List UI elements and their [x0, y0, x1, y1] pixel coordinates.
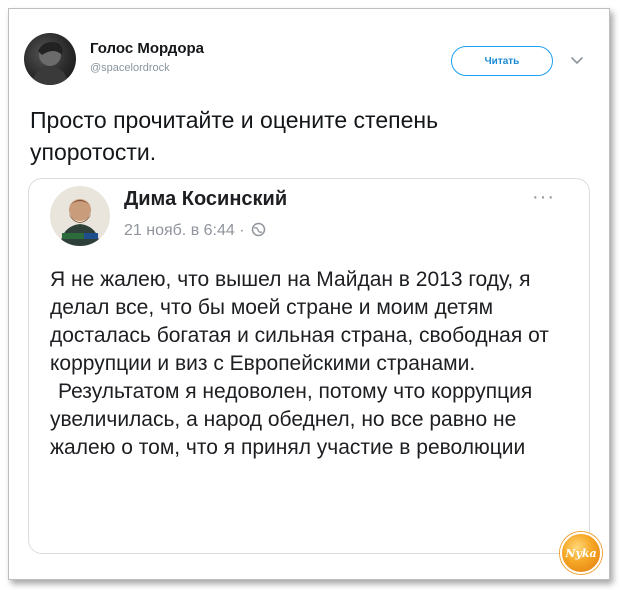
author-handle[interactable]: @spacelordrock [90, 62, 170, 74]
follow-button[interactable]: Читать [451, 46, 553, 76]
tweet-text: Просто прочитайте и оцените степень упор… [30, 107, 439, 165]
post-body: Я не жалею, что вышел на Майдан в 2013 г… [50, 266, 570, 462]
post-meta: 21 нояб. в 6:44 · [124, 222, 266, 240]
post-paragraph: Результатом я недоволен, потому что корр… [50, 380, 533, 459]
avatar-image [32, 42, 68, 85]
post-paragraph: Я не жалею, что вышел на Майдан в 2013 г… [50, 268, 549, 375]
more-options-icon[interactable]: ··· [532, 186, 555, 209]
watermark-logo: Nyka [560, 532, 602, 574]
author-avatar[interactable] [24, 33, 76, 85]
globe-icon [251, 222, 266, 237]
author-name[interactable]: Голос Мордора [90, 40, 204, 57]
chevron-down-icon[interactable] [570, 54, 584, 68]
watermark-text: Nyka [565, 546, 597, 560]
post-timestamp[interactable]: 21 нояб. в 6:44 · [124, 222, 245, 239]
post-author-name[interactable]: Дима Косинский [124, 188, 287, 211]
post-author-avatar[interactable] [50, 186, 110, 246]
post-avatar-image [50, 186, 110, 246]
